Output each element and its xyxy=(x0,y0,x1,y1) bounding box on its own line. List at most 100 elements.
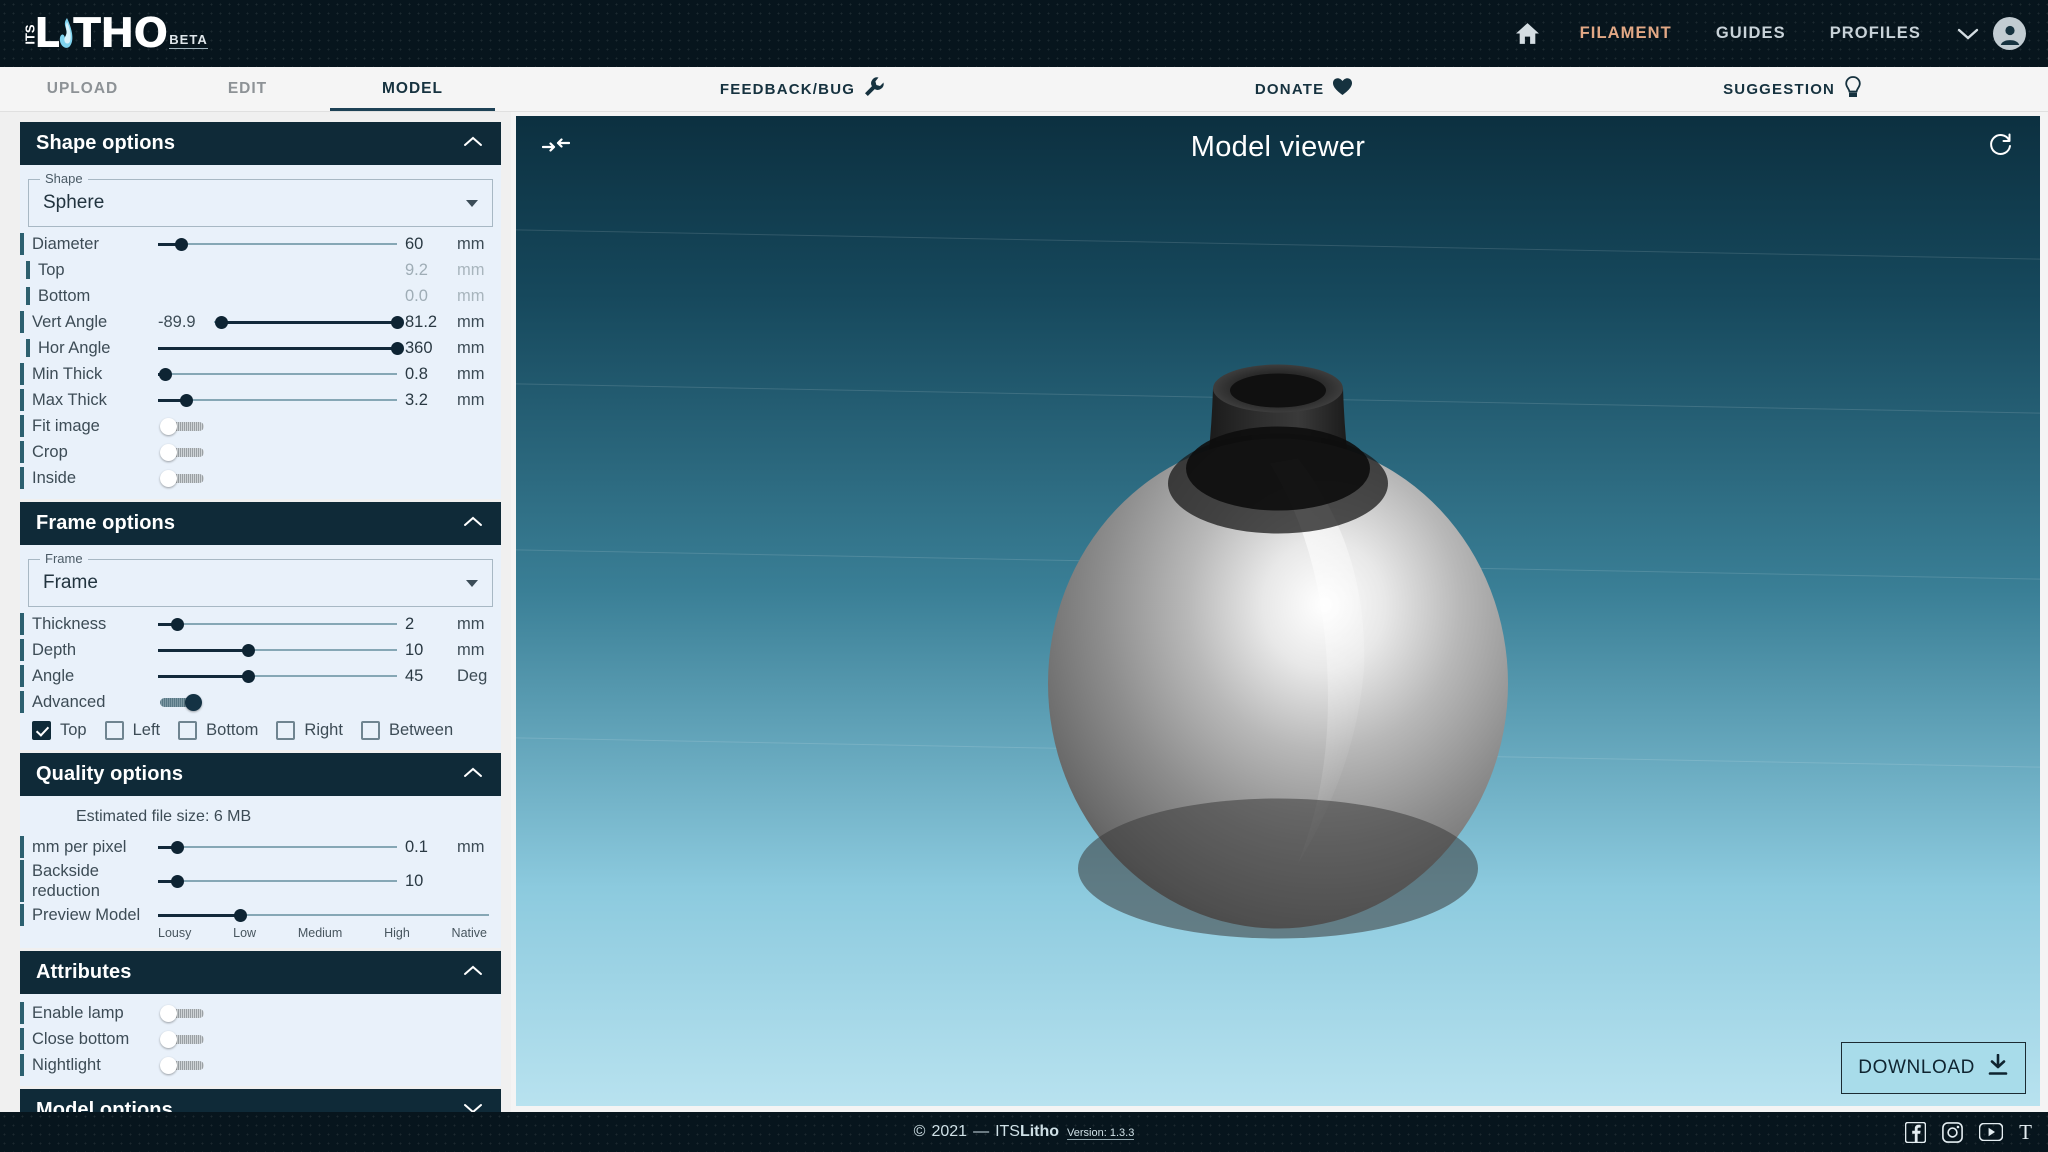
chevron-down-icon[interactable] xyxy=(466,579,478,587)
options-sidebar[interactable]: Shape options Shape Sphere Diameter 60 m… xyxy=(0,112,511,1112)
label-enable-lamp: Enable lamp xyxy=(32,1003,124,1022)
row-crop[interactable]: Crop xyxy=(20,439,501,465)
row-min-thick[interactable]: Min Thick 0.8 mm xyxy=(20,361,501,387)
refresh-icon[interactable] xyxy=(1988,132,2014,163)
chevron-down-icon[interactable] xyxy=(463,1102,483,1112)
row-diameter[interactable]: Diameter 60 mm xyxy=(20,231,501,257)
row-indicator xyxy=(26,339,30,357)
tab-edit[interactable]: EDIT xyxy=(165,67,330,111)
checkbox-top[interactable]: Top xyxy=(32,721,87,740)
row-fit-image[interactable]: Fit image xyxy=(20,413,501,439)
tick-low: Low xyxy=(233,926,257,940)
slider-mm-per-pixel[interactable] xyxy=(158,837,397,857)
frame-select[interactable]: Frame Frame xyxy=(28,551,493,607)
thingiverse-icon[interactable]: T xyxy=(2019,1121,2032,1143)
checkbox-box xyxy=(276,721,296,740)
toggle-crop[interactable] xyxy=(160,444,206,461)
app-logo[interactable]: ITS L THO BETA xyxy=(0,13,208,54)
toggle-close-bottom[interactable] xyxy=(160,1031,206,1048)
account-avatar-icon[interactable] xyxy=(1993,17,2026,50)
panel-header-attributes[interactable]: Attributes xyxy=(20,951,501,994)
toggle-fit-image[interactable] xyxy=(160,418,206,435)
checkbox-left[interactable]: Left xyxy=(104,721,160,740)
rendered-3d-model[interactable] xyxy=(998,269,1558,954)
row-nightlight[interactable]: Nightlight xyxy=(20,1052,501,1078)
chevron-up-icon[interactable] xyxy=(463,515,483,533)
range-slider-vert-angle[interactable] xyxy=(214,312,404,332)
slider-angle[interactable] xyxy=(158,666,397,686)
slider-backside-reduction[interactable] xyxy=(158,871,397,891)
copyright-text: © 2021 — ITSLitho Version: 1.3.3 xyxy=(914,1123,1135,1141)
nav-item-filament[interactable]: FILAMENT xyxy=(1558,24,1694,43)
row-depth[interactable]: Depth 10 mm xyxy=(20,637,501,663)
row-angle[interactable]: Angle 45 Deg xyxy=(20,663,501,689)
slider-depth[interactable] xyxy=(158,640,397,660)
tab-model[interactable]: MODEL xyxy=(330,67,495,111)
row-indicator xyxy=(26,261,30,279)
value-min-thick: 0.8 xyxy=(405,364,428,383)
slider-min-thick[interactable] xyxy=(158,364,397,384)
toggle-nightlight[interactable] xyxy=(160,1057,206,1074)
value-max-thick: 3.2 xyxy=(405,390,428,409)
checkbox-right[interactable]: Right xyxy=(276,721,343,740)
row-preview-model[interactable]: Preview Model xyxy=(20,902,501,928)
viewer-header: Model viewer xyxy=(516,116,2040,178)
facebook-icon[interactable] xyxy=(1905,1121,1927,1143)
row-backside-reduction[interactable]: Backside reduction 10 xyxy=(20,860,501,902)
row-vert-angle[interactable]: Vert Angle -89.9 81.2 mm xyxy=(20,309,501,335)
wrench-icon xyxy=(863,76,885,102)
row-enable-lamp[interactable]: Enable lamp xyxy=(20,1000,501,1026)
slider-hor-angle[interactable] xyxy=(158,338,404,358)
home-icon[interactable] xyxy=(1497,22,1558,45)
row-indicator xyxy=(20,415,24,437)
panel-header-shape[interactable]: Shape options xyxy=(20,122,501,165)
row-inside[interactable]: Inside xyxy=(20,465,501,491)
label-mm-per-pixel: mm per pixel xyxy=(32,837,127,856)
chevron-down-icon[interactable] xyxy=(466,199,478,207)
panel-body-attributes: Enable lamp Close bottom Nightlight xyxy=(20,994,501,1086)
panel-header-frame[interactable]: Frame options xyxy=(20,502,501,545)
tab-upload[interactable]: UPLOAD xyxy=(0,67,165,111)
checkbox-between[interactable]: Between xyxy=(360,721,453,740)
panel-header-quality[interactable]: Quality options xyxy=(20,753,501,796)
row-indicator xyxy=(20,363,24,385)
youtube-icon[interactable] xyxy=(1979,1123,2004,1141)
nav-item-guides[interactable]: GUIDES xyxy=(1694,24,1808,43)
slider-max-thick[interactable] xyxy=(158,390,397,410)
shape-select[interactable]: Shape Sphere xyxy=(28,171,493,227)
row-max-thick[interactable]: Max Thick 3.2 mm xyxy=(20,387,501,413)
row-thickness[interactable]: Thickness 2 mm xyxy=(20,611,501,637)
value-mm-per-pixel: 0.1 xyxy=(405,837,428,856)
feedback-bug-link[interactable]: FEEDBACK/BUG xyxy=(720,76,885,102)
model-viewer[interactable]: Model viewer DOWNLOAD xyxy=(516,116,2040,1106)
checkbox-bottom[interactable]: Bottom xyxy=(178,721,258,740)
unit-angle: Deg xyxy=(457,666,488,685)
row-hor-angle[interactable]: Hor Angle 360 mm xyxy=(20,335,501,361)
toggle-advanced[interactable] xyxy=(160,694,206,711)
version-link[interactable]: Version: 1.3.3 xyxy=(1067,1127,1135,1140)
toggle-inside[interactable] xyxy=(160,470,206,487)
collapse-horizontal-icon[interactable] xyxy=(541,134,571,161)
nav-item-profiles[interactable]: PROFILES xyxy=(1808,24,1943,43)
slider-diameter[interactable] xyxy=(158,234,397,254)
slider-thickness[interactable] xyxy=(158,614,397,634)
download-button[interactable]: DOWNLOAD xyxy=(1841,1042,2026,1094)
suggestion-link[interactable]: SUGGESTION xyxy=(1723,76,1863,102)
toggle-enable-lamp[interactable] xyxy=(160,1005,206,1022)
panel-title-shape: Shape options xyxy=(36,132,176,154)
row-advanced[interactable]: Advanced xyxy=(20,689,501,715)
slider-preview-model[interactable] xyxy=(158,905,489,925)
panel-header-model[interactable]: Model options xyxy=(20,1089,501,1112)
chevron-up-icon[interactable] xyxy=(463,964,483,982)
unit-vert-angle: mm xyxy=(457,312,485,331)
row-indicator xyxy=(20,311,24,333)
chevron-up-icon[interactable] xyxy=(463,135,483,153)
donate-link[interactable]: DONATE xyxy=(1255,77,1353,101)
row-mm-per-pixel[interactable]: mm per pixel 0.1 mm xyxy=(20,834,501,860)
download-label: DOWNLOAD xyxy=(1858,1057,1975,1078)
instagram-icon[interactable] xyxy=(1942,1121,1964,1143)
shape-select-value: Sphere xyxy=(43,192,105,213)
row-close-bottom[interactable]: Close bottom xyxy=(20,1026,501,1052)
chevron-down-icon[interactable] xyxy=(1943,27,1987,41)
chevron-up-icon[interactable] xyxy=(463,766,483,784)
